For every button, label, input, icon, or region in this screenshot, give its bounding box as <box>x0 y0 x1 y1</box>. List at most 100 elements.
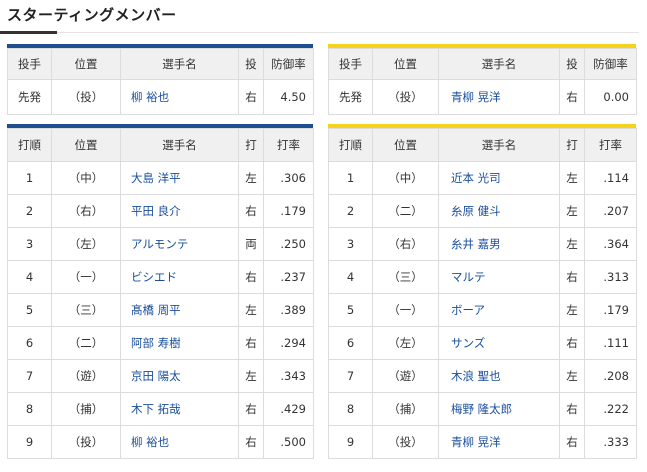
away-pitcher-table: 投手 位置 選手名 投 防御率 先発 （投） 青柳 晃洋 右 0.00 <box>328 48 637 115</box>
player-name-link[interactable]: 阿部 寿樹 <box>120 326 239 360</box>
batting-order-number: 6 <box>7 326 52 360</box>
player-name-link[interactable]: 平田 良介 <box>120 194 239 228</box>
heading-accent-bar <box>0 31 57 34</box>
batting-order-number: 2 <box>328 194 373 228</box>
player-bats: 左 <box>559 194 585 228</box>
player-name-link[interactable]: 木浪 聖也 <box>438 359 560 393</box>
player-batting-average: .207 <box>584 194 637 228</box>
player-bats: 右 <box>238 425 264 459</box>
col-header-player-name: 選手名 <box>120 128 239 162</box>
player-bats: 右 <box>238 260 264 294</box>
batting-order-number: 3 <box>328 227 373 261</box>
player-batting-average: .429 <box>263 392 314 426</box>
player-batting-average: .294 <box>263 326 314 360</box>
batting-order-row: 4 （三） マルテ右 .313 <box>328 260 637 294</box>
player-bats: 右 <box>559 260 585 294</box>
batting-order-number: 5 <box>7 293 52 327</box>
batting-order-row: 3 （右） 糸井 嘉男左 .364 <box>328 227 637 261</box>
player-name-link[interactable]: アルモンテ <box>120 227 239 261</box>
col-header-pitcher: 投手 <box>328 48 373 80</box>
table-header-row: 打順 位置 選手名 打 打率 <box>328 128 637 162</box>
col-header-bats: 打 <box>238 128 264 162</box>
pitcher-name-link[interactable]: 柳 裕也 <box>120 79 239 115</box>
player-position: （捕） <box>51 392 121 426</box>
player-position: （投） <box>51 425 121 459</box>
player-position: （遊） <box>51 359 121 393</box>
col-header-throws: 投 <box>238 48 264 80</box>
player-position: （中） <box>372 161 439 195</box>
player-name-link[interactable]: サンズ <box>438 326 560 360</box>
player-name-link[interactable]: ビシエド <box>120 260 239 294</box>
player-position: （中） <box>51 161 121 195</box>
player-batting-average: .343 <box>263 359 314 393</box>
batting-order-row: 7 （遊） 木浪 聖也左 .208 <box>328 359 637 393</box>
batting-order-number: 9 <box>328 425 373 459</box>
batting-order-row: 9 （投） 青柳 晃洋右 .333 <box>328 425 637 459</box>
col-header-player-name: 選手名 <box>120 48 239 80</box>
col-header-position: 位置 <box>372 128 439 162</box>
player-name-link[interactable]: マルテ <box>438 260 560 294</box>
player-batting-average: .222 <box>584 392 637 426</box>
player-batting-average: .306 <box>263 161 314 195</box>
player-batting-average: .364 <box>584 227 637 261</box>
col-header-batting-average: 打率 <box>584 128 637 162</box>
player-position: （二） <box>51 326 121 360</box>
player-name-link[interactable]: 大島 洋平 <box>120 161 239 195</box>
player-batting-average: .389 <box>263 293 314 327</box>
col-header-pitcher: 投手 <box>7 48 52 80</box>
col-header-position: 位置 <box>51 48 121 80</box>
batting-order-number: 4 <box>328 260 373 294</box>
col-header-bats: 打 <box>559 128 585 162</box>
player-position: （一） <box>372 293 439 327</box>
batting-order-number: 1 <box>7 161 52 195</box>
player-name-link[interactable]: 柳 裕也 <box>120 425 239 459</box>
batting-order-row: 7 （遊） 京田 陽太左 .343 <box>7 359 314 393</box>
player-position: （二） <box>372 194 439 228</box>
batting-order-row: 8 （捕） 梅野 隆太郎右 .222 <box>328 392 637 426</box>
player-bats: 両 <box>238 227 264 261</box>
batting-order-number: 3 <box>7 227 52 261</box>
player-name-link[interactable]: 糸井 嘉男 <box>438 227 560 261</box>
batting-order-number: 7 <box>328 359 373 393</box>
col-header-batting-order: 打順 <box>7 128 52 162</box>
player-bats: 左 <box>238 161 264 195</box>
player-name-link[interactable]: 糸原 健斗 <box>438 194 560 228</box>
player-bats: 左 <box>559 359 585 393</box>
batting-order-number: 9 <box>7 425 52 459</box>
batting-order-number: 8 <box>328 392 373 426</box>
player-name-link[interactable]: ボーア <box>438 293 560 327</box>
player-bats: 右 <box>559 425 585 459</box>
col-header-position: 位置 <box>51 128 121 162</box>
player-name-link[interactable]: 梅野 隆太郎 <box>438 392 560 426</box>
pitcher-era: 0.00 <box>584 79 637 115</box>
col-header-throws: 投 <box>559 48 585 80</box>
player-bats: 右 <box>238 392 264 426</box>
col-header-player-name: 選手名 <box>438 128 560 162</box>
player-position: （一） <box>51 260 121 294</box>
player-batting-average: .500 <box>263 425 314 459</box>
table-header-row: 投手 位置 選手名 投 防御率 <box>328 48 637 80</box>
player-position: （三） <box>51 293 121 327</box>
player-name-link[interactable]: 青柳 晃洋 <box>438 425 560 459</box>
player-name-link[interactable]: 木下 拓哉 <box>120 392 239 426</box>
player-bats: 右 <box>238 194 264 228</box>
player-name-link[interactable]: 近本 光司 <box>438 161 560 195</box>
batting-order-number: 6 <box>328 326 373 360</box>
pitcher-name-link[interactable]: 青柳 晃洋 <box>438 79 560 115</box>
batting-order-row: 1 （中） 大島 洋平左 .306 <box>7 161 314 195</box>
batting-order-row: 4 （一） ビシエド右 .237 <box>7 260 314 294</box>
player-batting-average: .179 <box>584 293 637 327</box>
table-header-row: 打順 位置 選手名 打 打率 <box>7 128 314 162</box>
player-bats: 右 <box>559 326 585 360</box>
player-name-link[interactable]: 京田 陽太 <box>120 359 239 393</box>
player-name-link[interactable]: 髙橋 周平 <box>120 293 239 327</box>
pitcher-role: 先発 <box>328 79 373 115</box>
player-bats: 右 <box>238 326 264 360</box>
batting-order-number: 8 <box>7 392 52 426</box>
batting-order-row: 5 （一） ボーア左 .179 <box>328 293 637 327</box>
home-batting-order-table: 打順 位置 選手名 打 打率 1 （中） 大島 洋平左 .306 2 （右） 平田 良介右.… <box>7 128 314 459</box>
home-pitcher-table: 投手 位置 選手名 投 防御率 先発 （投） 柳 裕也 右 4.50 <box>7 48 314 115</box>
player-bats: 右 <box>559 392 585 426</box>
heading-divider <box>0 32 639 33</box>
col-header-era: 防御率 <box>263 48 314 80</box>
